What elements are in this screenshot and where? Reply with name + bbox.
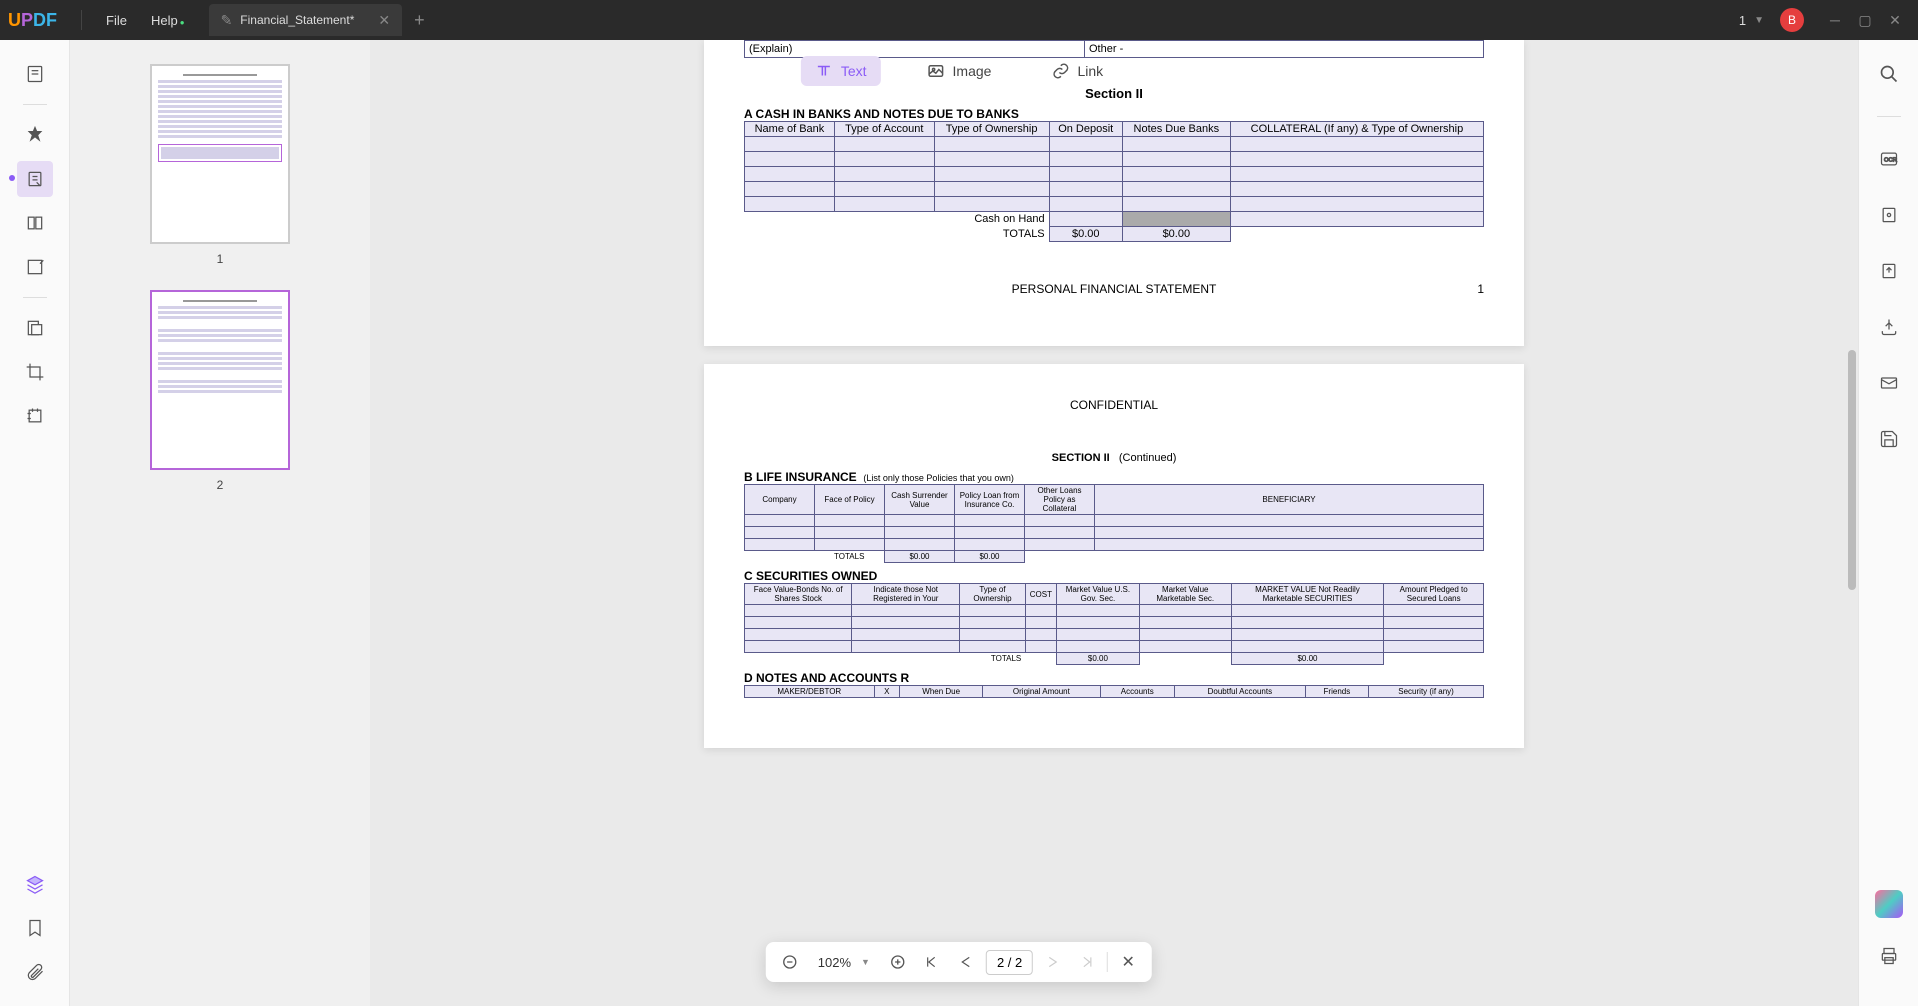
prev-page-button[interactable] (952, 948, 980, 976)
redact-tool[interactable] (17, 310, 53, 346)
link-icon (1051, 62, 1069, 80)
organize-tool[interactable] (17, 205, 53, 241)
zoom-nav-toolbar: 102%▼ 2 / 2 ✕ (766, 942, 1152, 982)
zoom-level-select[interactable]: 102%▼ (810, 951, 878, 974)
document-tab[interactable]: ✎ Financial_Statement* ✕ (209, 4, 403, 36)
ai-assistant-button[interactable] (1875, 890, 1903, 918)
sec-a-title: A CASH IN BANKS AND NOTES DUE TO BANKS (744, 107, 1484, 121)
life-insurance-table: Company Face of Policy Cash Surrender Va… (744, 484, 1484, 563)
menu-help[interactable]: Help● (139, 13, 197, 28)
app-logo[interactable]: UPDF (8, 10, 57, 31)
sec-d-title: D NOTES AND ACCOUNTS R (744, 671, 1484, 685)
thumbnail-1-label: 1 (217, 252, 224, 266)
sec-b-title: B LIFE INSURANCE (List only those Polici… (744, 470, 1484, 484)
protect-button[interactable] (1871, 197, 1907, 233)
thumbnail-page-2[interactable] (150, 290, 290, 470)
tab-filename: Financial_Statement* (240, 13, 354, 27)
maximize-button[interactable]: ▢ (1850, 12, 1880, 29)
minimize-button[interactable]: ─ (1820, 12, 1850, 28)
text-icon (815, 62, 833, 80)
ocr-button[interactable]: OCR (1871, 141, 1907, 177)
edit-tool[interactable] (17, 161, 53, 197)
close-tab-icon[interactable]: ✕ (378, 12, 390, 29)
link-tool-button[interactable]: Link (1037, 56, 1117, 86)
crop-tool[interactable] (17, 354, 53, 390)
share-button[interactable] (1871, 309, 1907, 345)
thumbnail-2-label: 2 (217, 478, 224, 492)
notes-accounts-table: MAKER/DEBTOR X When Due Original Amount … (744, 685, 1484, 698)
thumbnail-page-1[interactable] (150, 64, 290, 244)
image-icon (927, 62, 945, 80)
print-button[interactable] (1871, 938, 1907, 974)
zoom-in-button[interactable] (884, 948, 912, 976)
close-toolbar-button[interactable]: ✕ (1114, 948, 1142, 976)
securities-table: Face Value-Bonds No. of Shares Stock Ind… (744, 583, 1484, 665)
first-page-button[interactable] (918, 948, 946, 976)
search-button[interactable] (1871, 56, 1907, 92)
add-tab-button[interactable]: + (414, 10, 425, 31)
layers-tool[interactable] (17, 866, 53, 902)
attachment-tool[interactable] (17, 954, 53, 990)
other-cell: Other - (1085, 41, 1483, 57)
page-number-1: 1 (1477, 282, 1484, 296)
sec-c-title: C SECURITIES OWNED (744, 569, 1484, 583)
edit-icon: ✎ (221, 12, 233, 29)
batch-tool[interactable] (17, 398, 53, 434)
confidential-label: CONFIDENTIAL (744, 398, 1484, 412)
text-tool-button[interactable]: Text (801, 56, 881, 86)
export-button[interactable] (1871, 253, 1907, 289)
title-page-indicator[interactable]: 1 (1739, 13, 1746, 28)
document-viewport[interactable]: (Explain) Other - Section II A CASH IN B… (370, 40, 1858, 1006)
save-button[interactable] (1871, 421, 1907, 457)
email-button[interactable] (1871, 365, 1907, 401)
pfs-header: PERSONAL FINANCIAL STATEMENT (1012, 282, 1217, 296)
last-page-button[interactable] (1073, 948, 1101, 976)
chevron-down-icon[interactable]: ▼ (1754, 15, 1764, 26)
form-tool[interactable] (17, 249, 53, 285)
bookmark-tool[interactable] (17, 910, 53, 946)
thumbnails-panel: 1 2 (70, 40, 370, 1006)
zoom-out-button[interactable] (776, 948, 804, 976)
comment-tool[interactable] (17, 117, 53, 153)
menu-file[interactable]: File (94, 13, 139, 28)
image-tool-button[interactable]: Image (913, 56, 1006, 86)
page-input[interactable]: 2 / 2 (986, 950, 1033, 975)
reader-tool[interactable] (17, 56, 53, 92)
close-window-button[interactable]: ✕ (1880, 12, 1910, 29)
svg-text:OCR: OCR (1884, 158, 1897, 164)
next-page-button[interactable] (1039, 948, 1067, 976)
scrollbar[interactable] (1848, 350, 1856, 590)
user-avatar[interactable]: B (1780, 8, 1804, 32)
cash-in-banks-table: Name of Bank Type of Account Type of Own… (744, 121, 1484, 242)
